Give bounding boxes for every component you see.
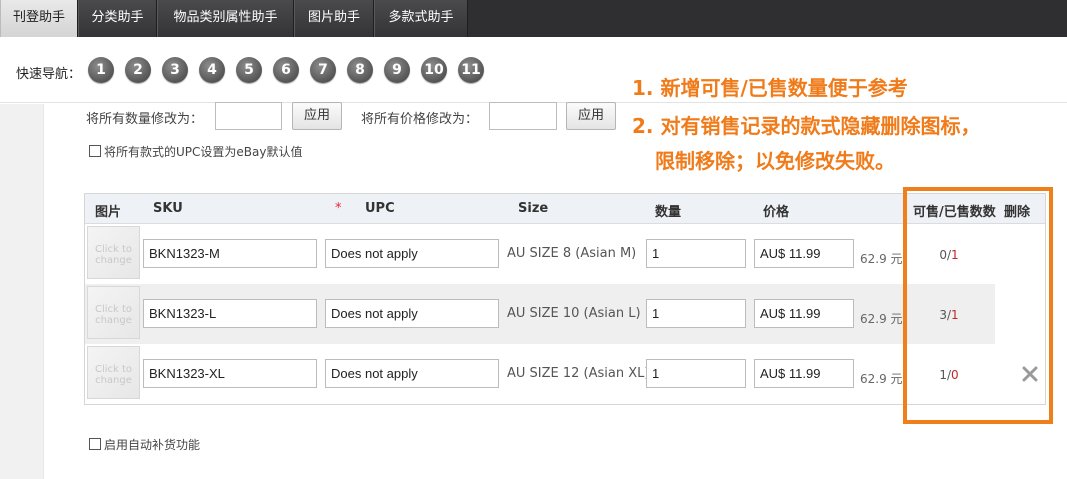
- auto-restock-checkbox[interactable]: [89, 438, 101, 450]
- upc-input[interactable]: [325, 239, 499, 268]
- highlight-frame: [903, 187, 1053, 424]
- quick-nav-7[interactable]: 7: [310, 57, 336, 83]
- thumb-text-line-2: change: [95, 315, 132, 326]
- required-mark: *: [335, 201, 342, 216]
- price-input[interactable]: [754, 239, 854, 268]
- thumb-text-line-2: change: [95, 255, 132, 266]
- size-value: AU SIZE 8 (Asian M): [507, 246, 637, 261]
- header-size: Size: [518, 201, 549, 216]
- annotation-line-2: 2. 对有销售记录的款式隐藏删除图标，: [632, 114, 981, 138]
- quick-nav-6[interactable]: 6: [273, 57, 299, 83]
- sku-input[interactable]: [143, 359, 317, 388]
- auto-restock-label: 启用自动补货功能: [104, 438, 201, 452]
- variation-image-thumbnail[interactable]: Click to change: [87, 286, 140, 339]
- upc-input[interactable]: [325, 359, 499, 388]
- header-qty: 数量: [655, 205, 682, 220]
- table-row: Click to change AU SIZE 10 (Asian L) 62.…: [85, 284, 995, 344]
- sku-input[interactable]: [143, 239, 317, 268]
- top-tab-bar: 刊登助手 分类助手 物品类别属性助手 图片助手 多款式助手: [0, 0, 1067, 37]
- variations-table: 图片 SKU * UPC Size 数量 价格 可售/已售数数 删除 Click…: [84, 193, 1046, 405]
- quick-nav-2[interactable]: 2: [125, 57, 151, 83]
- qty-input[interactable]: [646, 359, 746, 388]
- quick-nav-3[interactable]: 3: [162, 57, 188, 83]
- header-price: 价格: [763, 205, 790, 220]
- price-input[interactable]: [754, 359, 854, 388]
- quick-nav-label: 快速导航：: [16, 67, 82, 82]
- quick-nav-4[interactable]: 4: [199, 57, 225, 83]
- variation-image-thumbnail[interactable]: Click to change: [87, 226, 140, 279]
- quick-nav-9[interactable]: 9: [384, 57, 410, 83]
- price-cny-value: 62.9 元: [860, 372, 903, 386]
- left-side-strip: [0, 104, 44, 479]
- quick-nav-1[interactable]: 1: [88, 57, 114, 83]
- annotation-line-3: 限制移除；以免修改失败。: [655, 149, 895, 173]
- size-value: AU SIZE 10 (Asian L): [507, 306, 641, 321]
- thumb-text-line-1: Click to: [94, 304, 133, 315]
- variation-image-thumbnail[interactable]: Click to change: [87, 346, 140, 399]
- batch-qty-apply-button[interactable]: 应用: [292, 102, 342, 130]
- upc-default-label: 将所有款式的UPC设置为eBay默认值: [104, 145, 303, 159]
- thumb-text-line-1: Click to: [94, 364, 133, 375]
- price-input[interactable]: [754, 299, 854, 328]
- batch-qty-label: 将所有数量修改为：: [86, 112, 204, 127]
- size-value: AU SIZE 12 (Asian XL): [507, 366, 650, 381]
- batch-price-input[interactable]: [489, 102, 557, 130]
- sku-input[interactable]: [143, 299, 317, 328]
- quick-nav-5[interactable]: 5: [236, 57, 262, 83]
- upc-default-checkbox[interactable]: [89, 145, 101, 157]
- qty-input[interactable]: [646, 299, 746, 328]
- price-cny-value: 62.9 元: [860, 312, 903, 326]
- batch-qty-input[interactable]: [215, 102, 282, 130]
- table-row: Click to change AU SIZE 8 (Asian M) 62.9…: [85, 224, 1045, 284]
- table-header: 图片 SKU * UPC Size 数量 价格 可售/已售数数 删除: [85, 194, 1045, 224]
- thumb-text-line-2: change: [95, 375, 132, 386]
- quick-nav-11[interactable]: 11: [458, 57, 484, 83]
- tab-variation-assistant[interactable]: 多款式助手: [374, 0, 468, 37]
- header-sku: SKU: [153, 201, 183, 216]
- price-cny-value: 62.9 元: [860, 252, 903, 266]
- thumb-text-line-1: Click to: [94, 244, 133, 255]
- header-image: 图片: [95, 205, 122, 220]
- annotation-line-1: 1. 新增可售/已售数量便于参考: [632, 76, 908, 100]
- batch-price-label: 将所有价格修改为：: [361, 112, 479, 127]
- tab-image-assistant[interactable]: 图片助手: [294, 0, 374, 37]
- quick-nav-10[interactable]: 10: [421, 57, 447, 83]
- upc-input[interactable]: [325, 299, 499, 328]
- qty-input[interactable]: [646, 239, 746, 268]
- tab-category-assistant[interactable]: 分类助手: [78, 0, 157, 37]
- header-upc: UPC: [365, 201, 395, 216]
- tab-listing-assistant[interactable]: 刊登助手: [0, 0, 78, 37]
- tab-item-specifics-assistant[interactable]: 物品类别属性助手: [157, 0, 294, 37]
- batch-price-apply-button[interactable]: 应用: [566, 102, 616, 130]
- quick-nav-8[interactable]: 8: [347, 57, 373, 83]
- table-row: Click to change AU SIZE 12 (Asian XL) 62…: [85, 344, 1045, 404]
